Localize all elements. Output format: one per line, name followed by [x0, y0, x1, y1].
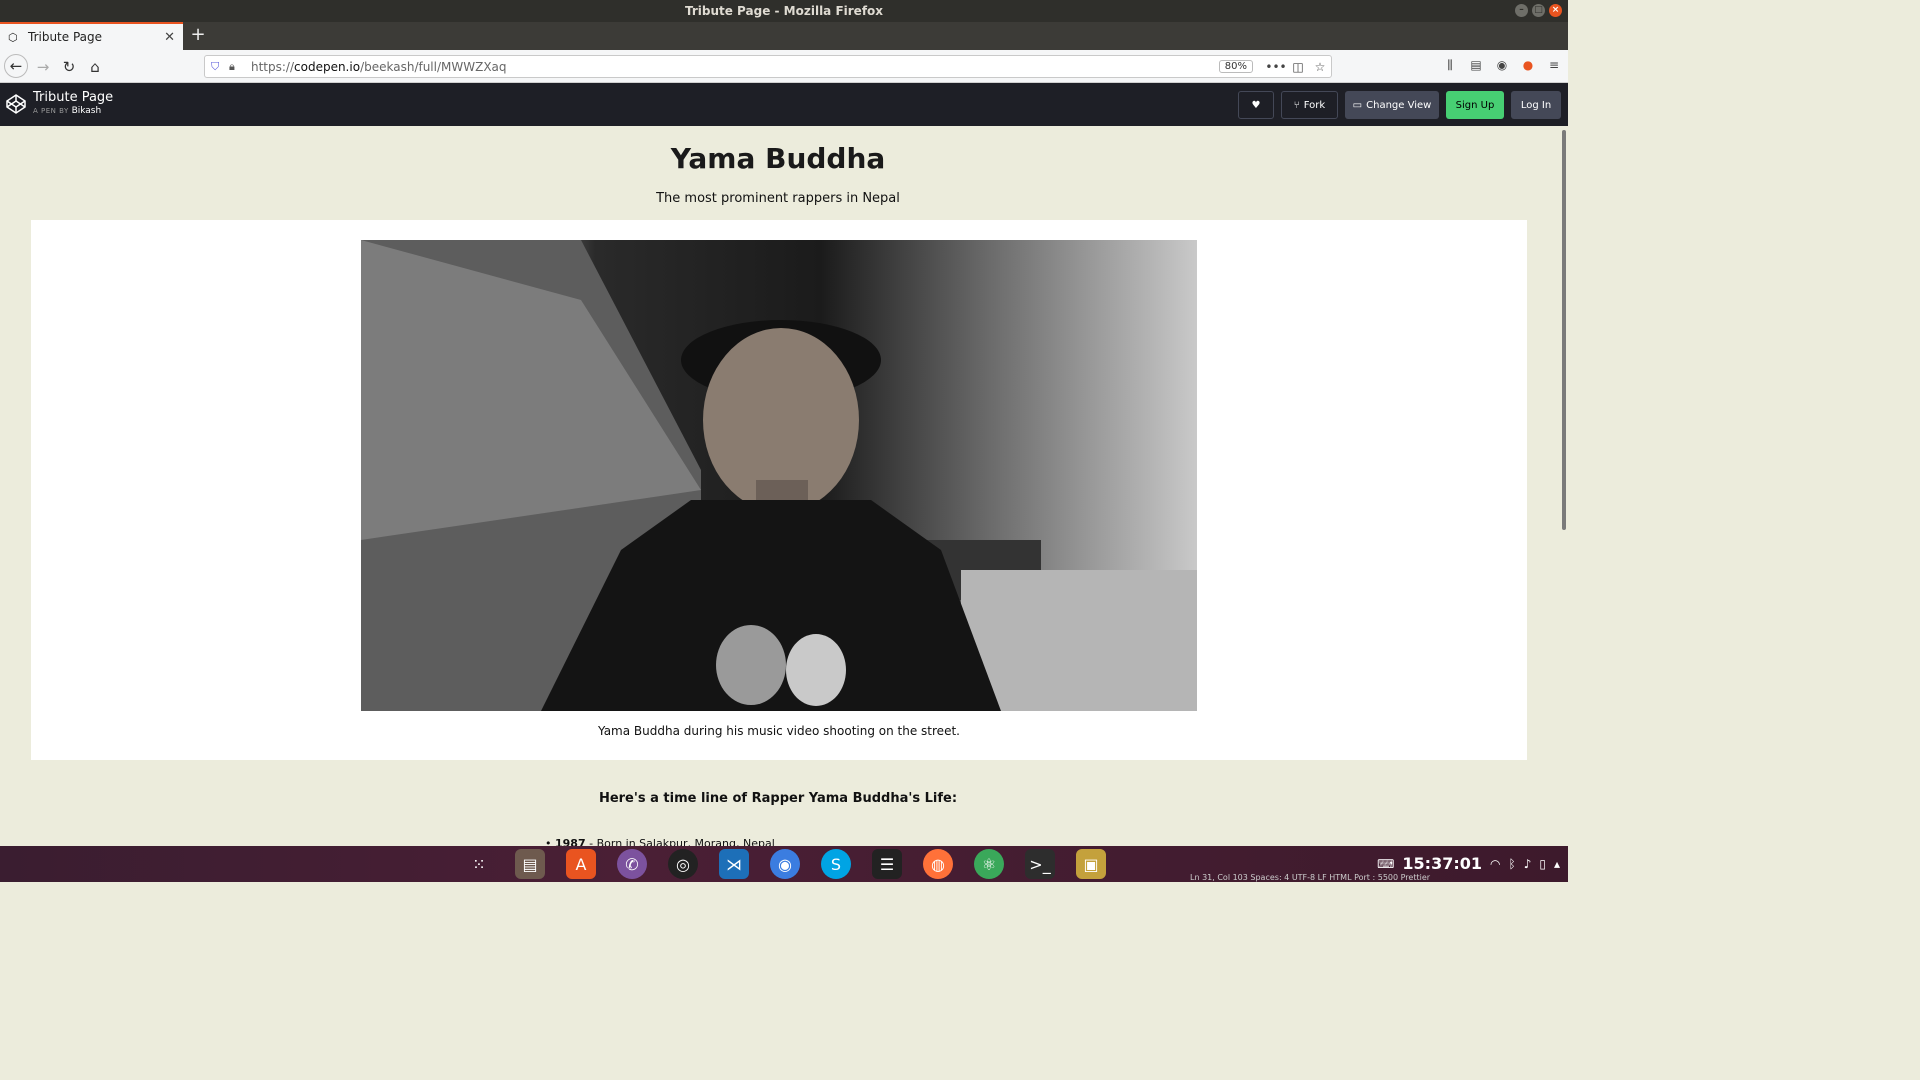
image-container: Yama Buddha during his music video shoot… — [31, 220, 1527, 760]
sign-up-button[interactable]: Sign Up — [1446, 91, 1504, 119]
menu-icon[interactable]: ≡ — [1546, 58, 1562, 73]
clipboard-icon[interactable]: ▯ — [1539, 857, 1546, 871]
image-caption: Yama Buddha during his music video shoot… — [598, 724, 960, 738]
timeline-item: • 1987 - Born in Salakpur, Morang, Nepal — [545, 837, 775, 846]
wifi-icon[interactable]: ◠ — [1490, 857, 1500, 871]
tab-bar: ⬡ Tribute Page ✕ + — [0, 22, 1568, 50]
timeline-heading: Here's a time line of Rapper Yama Buddha… — [598, 791, 958, 806]
editor-status-line: Ln 31, Col 103 Spaces: 4 UTF-8 LF HTML P… — [1190, 873, 1431, 882]
terminal-icon[interactable]: >_ — [1025, 849, 1055, 879]
files-icon[interactable]: ▤ — [515, 849, 545, 879]
tab-tribute-page[interactable]: ⬡ Tribute Page ✕ — [0, 22, 183, 50]
fork-button[interactable]: ⑂ Fork — [1281, 91, 1338, 119]
url-text[interactable]: https://codepen.io/beekash/full/MWWZXaq — [251, 60, 1219, 74]
volume-icon[interactable]: ♪ — [1524, 857, 1532, 871]
pen-title[interactable]: Tribute Page — [33, 90, 113, 105]
layout-icon: ▭ — [1352, 99, 1363, 111]
photo-placeholder — [361, 240, 1197, 711]
codepen-header: Tribute Page A PEN BY Bikash ♥ ⑂ Fork ▭ Ch… — [0, 83, 1568, 126]
account-icon[interactable]: ◉ — [1494, 58, 1510, 73]
keyboard-layout-icon[interactable]: ⌨ — [1377, 857, 1394, 871]
window-titlebar: Tribute Page - Mozilla Firefox – □ × — [0, 0, 1568, 22]
zoom-level-badge[interactable]: 80% — [1218, 60, 1253, 73]
codepen-favicon-icon: ⬡ — [8, 30, 18, 44]
pen-author[interactable]: Bikash — [72, 106, 102, 116]
address-bar[interactable]: ⛉ 🔒︎ https://codepen.io/beekash/full/MWW… — [204, 55, 1332, 78]
back-arrow-icon[interactable]: ← — [4, 54, 28, 78]
dock-apps: ⁙ ▤ A ✆ ◎ ⋊ ◉ S ☰ ◍ ⚛ >_ ▣ — [464, 849, 1106, 879]
toolbar-icons: ⫼ ▤ ◉ ● ≡ — [1442, 58, 1562, 73]
clock[interactable]: 15:37:01 — [1402, 854, 1482, 873]
firefox-icon[interactable]: ◍ — [923, 849, 953, 879]
tray-menu-icon[interactable]: ▴ — [1554, 857, 1560, 871]
viber-icon[interactable]: ✆ — [617, 849, 647, 879]
atom-icon[interactable]: ⚛ — [974, 849, 1004, 879]
page-actions-icon[interactable]: ••• — [1265, 60, 1287, 74]
minimize-icon[interactable]: – — [1515, 4, 1528, 17]
codepen-logo-icon[interactable] — [6, 94, 26, 114]
fork-icon: ⑂ — [1293, 99, 1300, 111]
image-viewer-icon[interactable]: ▣ — [1076, 849, 1106, 879]
tracking-shield-icon[interactable]: ⛉ — [211, 60, 229, 74]
bookmark-star-icon[interactable]: ☆ — [1309, 60, 1331, 74]
tab-label: Tribute Page — [28, 30, 103, 44]
heart-icon: ♥ — [1251, 99, 1261, 111]
navigation-toolbar: ← → ↻ ⌂ ⛉ 🔒︎ https://codepen.io/beekash/… — [0, 50, 1568, 83]
home-icon[interactable]: ⌂ — [84, 56, 106, 78]
log-in-button[interactable]: Log In — [1511, 91, 1561, 119]
system-tray: ⌨ 15:37:01 ◠ ᛒ ♪ ▯ ▴ — [1377, 854, 1560, 873]
scrollbar-thumb[interactable] — [1562, 130, 1566, 530]
app-grid-icon[interactable]: ⁙ — [464, 849, 494, 879]
library-icon[interactable]: ⫼ — [1442, 58, 1458, 73]
window-title: Tribute Page - Mozilla Firefox — [684, 4, 884, 18]
sidebar-icon[interactable]: ▤ — [1468, 58, 1484, 73]
extension-icon[interactable]: ● — [1520, 58, 1536, 73]
page-title: Yama Buddha — [670, 142, 886, 175]
page-content: Yama Buddha The most prominent rappers i… — [0, 126, 1556, 846]
lock-icon[interactable]: 🔒︎ — [229, 60, 245, 74]
forward-arrow-icon[interactable]: → — [32, 56, 54, 78]
change-view-button[interactable]: ▭ Change View — [1345, 91, 1439, 119]
bluetooth-icon[interactable]: ᛒ — [1508, 857, 1515, 871]
pocket-icon[interactable]: ◫ — [1287, 60, 1309, 74]
tribute-photo — [361, 240, 1197, 711]
pen-author-line: A PEN BY Bikash — [33, 106, 102, 116]
maximize-icon[interactable]: □ — [1532, 4, 1545, 17]
close-tab-icon[interactable]: ✕ — [164, 30, 175, 45]
vscode-icon[interactable]: ⋊ — [719, 849, 749, 879]
new-tab-button[interactable]: + — [188, 24, 208, 45]
like-button[interactable]: ♥ — [1238, 91, 1274, 119]
obs-icon[interactable]: ◎ — [668, 849, 698, 879]
software-center-icon[interactable]: A — [566, 849, 596, 879]
close-window-icon[interactable]: × — [1549, 4, 1562, 17]
chrome-icon[interactable]: ◉ — [770, 849, 800, 879]
reload-icon[interactable]: ↻ — [58, 56, 80, 78]
skype-icon[interactable]: S — [821, 849, 851, 879]
text-editor-icon[interactable]: ☰ — [872, 849, 902, 879]
page-subtitle: The most prominent rappers in Nepal — [656, 191, 900, 206]
window-controls: – □ × — [1515, 4, 1562, 17]
